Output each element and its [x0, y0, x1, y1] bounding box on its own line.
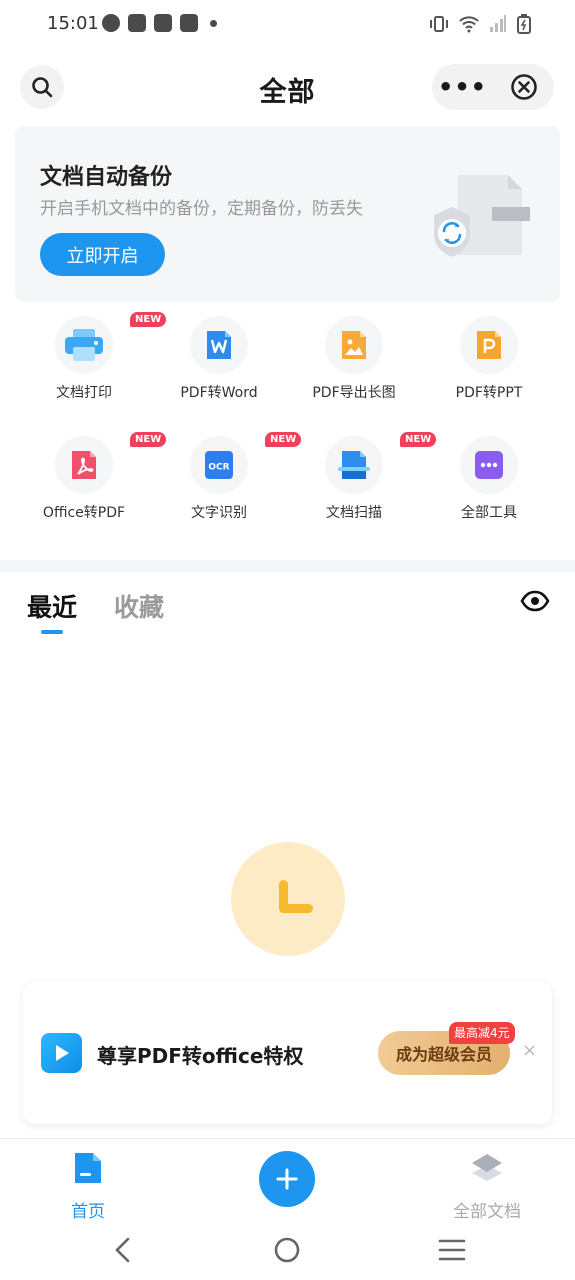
signal-icon: [490, 15, 506, 32]
battery-charging-icon: [517, 14, 531, 34]
printer-icon: [65, 329, 103, 361]
more-tools-icon: [475, 451, 503, 479]
promo-card: 尊享PDF转office特权 成为超级会员 最高减4元 ×: [23, 982, 552, 1124]
bottom-nav: 首页 全部文档: [0, 1138, 575, 1228]
nav-home[interactable]: 首页: [50, 1151, 126, 1222]
vibrate-icon: [430, 16, 448, 32]
ocr-icon: OCR: [205, 451, 233, 479]
status-time: 15:01: [47, 13, 99, 34]
tab-recent[interactable]: 最近: [27, 588, 77, 624]
mini-program-capsule: •••: [432, 64, 554, 110]
discount-tag: 最高减4元: [449, 1022, 515, 1044]
layers-icon: [472, 1154, 502, 1181]
svg-text:OCR: OCR: [208, 463, 229, 473]
nav-all-docs-label: 全部文档: [453, 1202, 521, 1222]
tool-pdf-to-ppt[interactable]: PDF转PPT: [419, 312, 559, 412]
tool-ocr[interactable]: OCR NEW 文字识别: [149, 432, 302, 532]
banner-title: 文档自动备份: [40, 165, 173, 190]
backup-banner: 文档自动备份 开启手机文档中的备份，定期备份，防丢失 立即开启: [15, 126, 560, 302]
image-icon: [342, 331, 366, 359]
section-divider: [0, 560, 575, 572]
backup-illustration-icon: [434, 175, 530, 257]
bag-icon: [154, 14, 172, 32]
system-status-icons: [429, 14, 531, 34]
plus-icon: [276, 1168, 298, 1190]
doc-tabs: 最近 收藏: [0, 580, 575, 640]
tool-pdf-long-image[interactable]: PDF导出长图: [284, 312, 424, 412]
tool-all-tools[interactable]: 全部工具: [419, 432, 559, 532]
enable-backup-button[interactable]: 立即开启: [40, 233, 165, 276]
scan-icon: [338, 451, 370, 479]
tool-doc-print[interactable]: NEW 文档打印: [14, 312, 167, 412]
wifi-icon: [459, 16, 479, 33]
tool-label: PDF导出长图: [312, 385, 396, 401]
home-circle-icon[interactable]: [273, 1236, 301, 1264]
status-bar: 15:01: [0, 0, 575, 48]
close-circle-icon: [510, 74, 537, 100]
tool-doc-scan[interactable]: NEW 文档扫描: [284, 432, 437, 532]
tool-office-to-pdf[interactable]: NEW Office转PDF: [14, 432, 167, 532]
speedometer-icon: [102, 14, 120, 32]
add-button[interactable]: [259, 1151, 315, 1207]
clock-icon: [231, 842, 345, 956]
home-doc-icon: [75, 1153, 101, 1183]
dot-icon: [210, 19, 217, 27]
tab-favorites[interactable]: 收藏: [114, 588, 164, 624]
pdf-icon: [72, 451, 96, 479]
play-icon: [41, 1033, 82, 1073]
tool-label: 全部工具: [461, 505, 517, 521]
tool-label: Office转PDF: [42, 505, 126, 521]
menu-icon[interactable]: [438, 1238, 466, 1262]
bag-icon: [180, 14, 198, 32]
tool-label: 文字识别: [191, 505, 247, 521]
eye-icon[interactable]: [520, 590, 550, 612]
close-button[interactable]: [493, 64, 554, 110]
system-nav-bar: [0, 1228, 575, 1280]
back-icon[interactable]: [110, 1236, 134, 1264]
ppt-icon: [477, 331, 501, 359]
promo-text: 尊享PDF转office特权: [97, 1044, 304, 1068]
close-promo-button[interactable]: ×: [522, 1040, 537, 1061]
tool-label: PDF转PPT: [455, 385, 523, 401]
notification-icons: [102, 14, 217, 32]
tool-label: 文档打印: [56, 385, 112, 401]
nav-home-label: 首页: [71, 1202, 105, 1222]
bag-icon: [128, 14, 146, 32]
tool-label: PDF转Word: [180, 385, 258, 401]
word-icon: [207, 331, 231, 359]
tool-pdf-to-word[interactable]: PDF转Word: [149, 312, 289, 412]
header: 全部 •••: [0, 62, 575, 112]
tool-label: 文档扫描: [326, 505, 382, 521]
more-button[interactable]: •••: [432, 64, 493, 110]
nav-all-docs[interactable]: 全部文档: [446, 1151, 528, 1222]
banner-subtitle: 开启手机文档中的备份，定期备份，防丢失: [40, 199, 363, 219]
active-tab-indicator: [41, 630, 63, 634]
